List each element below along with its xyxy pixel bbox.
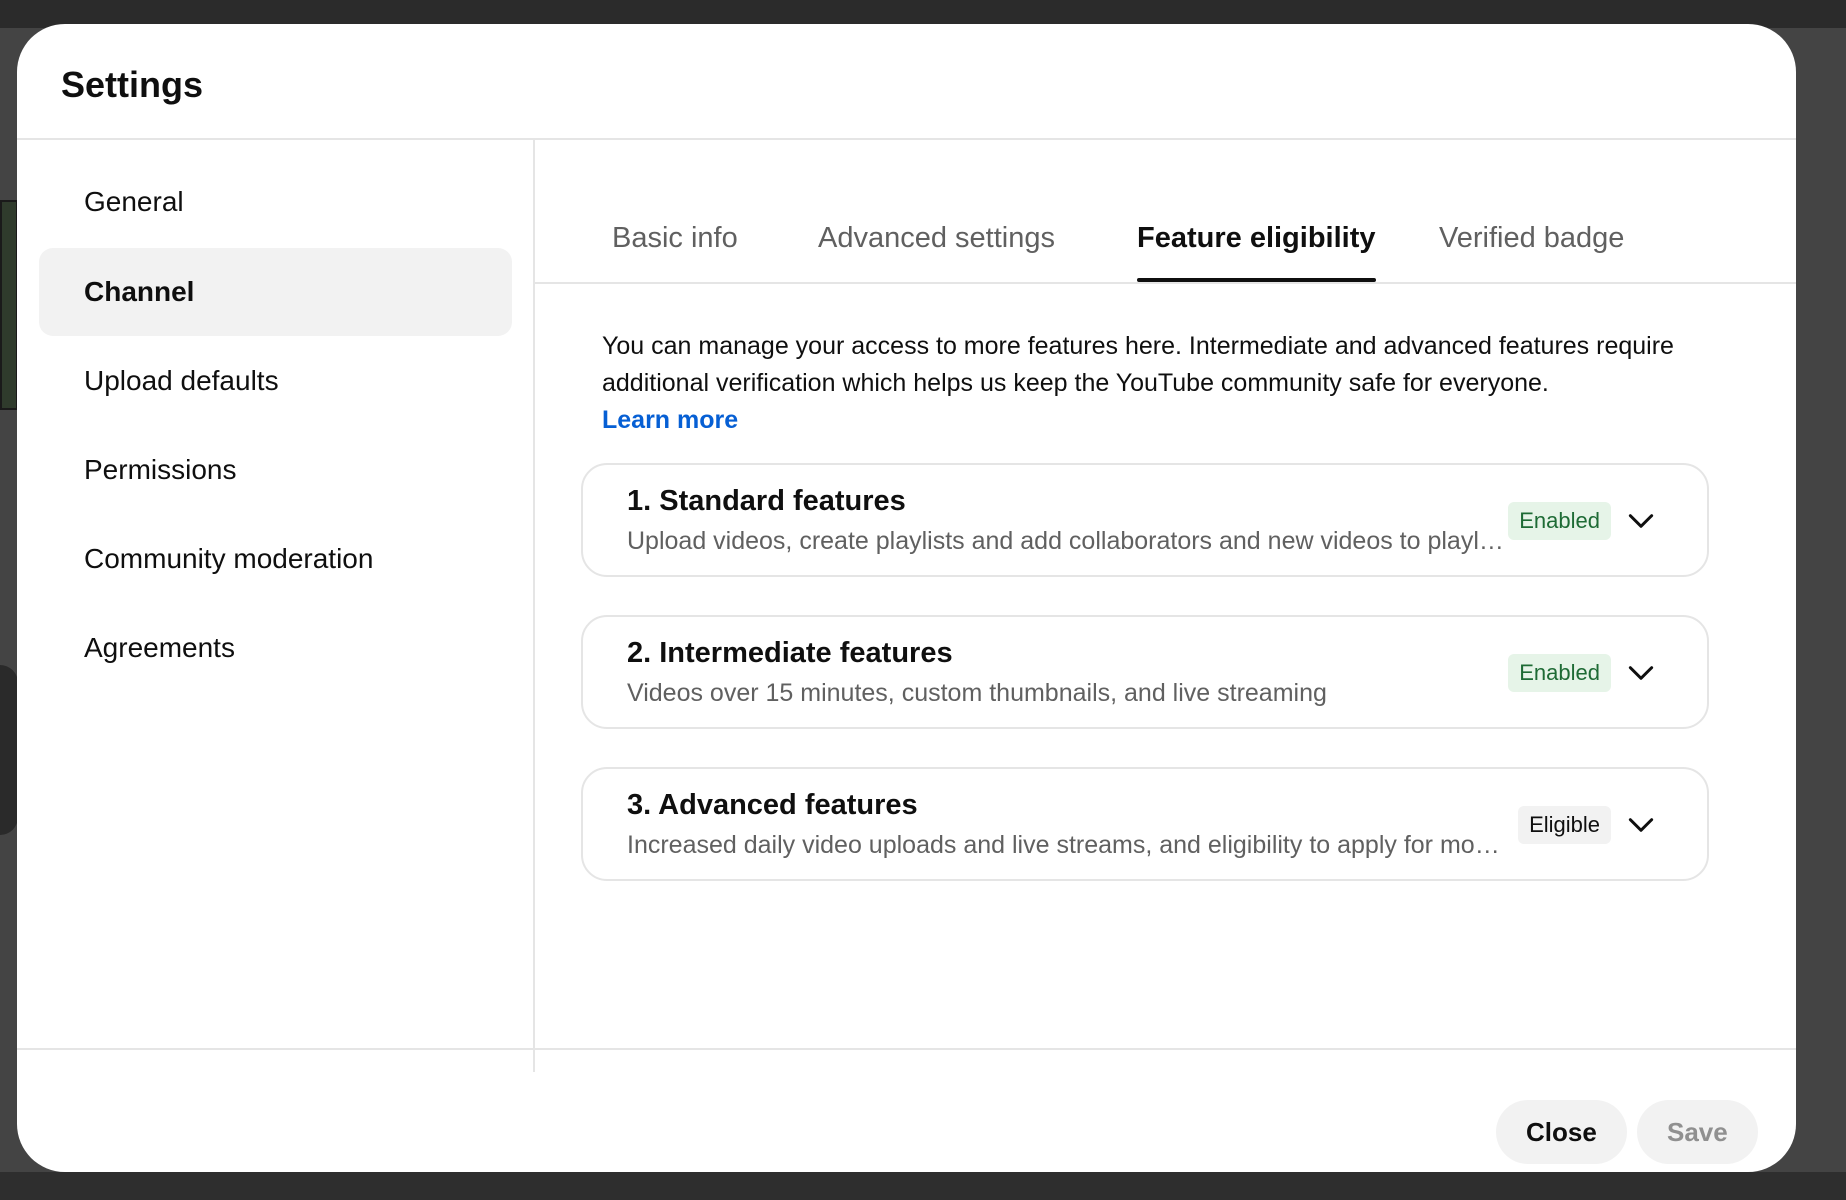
dialog-footer: Close Save xyxy=(17,1048,1796,1172)
tab-label: Basic info xyxy=(612,222,738,254)
feature-title: 1. Standard features xyxy=(627,485,906,517)
feature-description: Videos over 15 minutes, custom thumbnail… xyxy=(627,679,1327,707)
sidebar-item-label: Channel xyxy=(84,276,195,307)
status-badge: Enabled xyxy=(1508,654,1611,692)
standard-features-card[interactable]: 1. Standard features Upload videos, crea… xyxy=(581,463,1709,577)
tab-label: Feature eligibility xyxy=(1137,222,1376,254)
settings-sidebar: General Channel Upload defaults Permissi… xyxy=(17,140,535,1072)
advanced-features-card[interactable]: 3. Advanced features Increased daily vid… xyxy=(581,767,1709,881)
settings-tabs: Basic info Advanced settings Feature eli… xyxy=(535,140,1796,284)
feature-description: Increased daily video uploads and live s… xyxy=(627,831,1507,859)
background-thumbnail xyxy=(0,200,18,410)
intro-paragraph: You can manage your access to more featu… xyxy=(602,328,1702,439)
tab-label: Verified badge xyxy=(1439,222,1625,254)
sidebar-item-label: Permissions xyxy=(84,454,237,485)
chevron-down-icon[interactable] xyxy=(1625,809,1657,841)
sidebar-item-agreements[interactable]: Agreements xyxy=(39,604,512,692)
status-badge: Eligible xyxy=(1518,806,1611,844)
background-avatar xyxy=(0,665,18,835)
save-button[interactable]: Save xyxy=(1637,1100,1758,1164)
tab-verified-badge[interactable]: Verified badge xyxy=(1439,140,1624,282)
dialog-title: Settings xyxy=(61,64,204,105)
close-button[interactable]: Close xyxy=(1496,1100,1627,1164)
background-bottom-bar xyxy=(0,1172,1846,1200)
sidebar-item-label: General xyxy=(84,186,184,217)
tab-basic-info[interactable]: Basic info xyxy=(612,140,738,282)
chevron-down-icon[interactable] xyxy=(1625,657,1657,689)
sidebar-item-upload-defaults[interactable]: Upload defaults xyxy=(39,337,512,425)
sidebar-item-channel[interactable]: Channel xyxy=(39,248,512,336)
learn-more-link[interactable]: Learn more xyxy=(602,406,738,434)
sidebar-item-label: Upload defaults xyxy=(84,365,279,396)
tab-label: Advanced settings xyxy=(818,222,1055,254)
sidebar-item-community-moderation[interactable]: Community moderation xyxy=(39,515,512,603)
feature-title: 2. Intermediate features xyxy=(627,637,953,669)
sidebar-item-label: Community moderation xyxy=(84,543,374,574)
tab-feature-eligibility[interactable]: Feature eligibility xyxy=(1137,140,1376,282)
dialog-header: Settings xyxy=(17,24,1796,140)
feature-title: 3. Advanced features xyxy=(627,789,918,821)
sidebar-item-label: Agreements xyxy=(84,632,235,663)
chevron-down-icon[interactable] xyxy=(1625,505,1657,537)
feature-eligibility-panel: You can manage your access to more featu… xyxy=(535,284,1796,1072)
sidebar-item-permissions[interactable]: Permissions xyxy=(39,426,512,514)
intermediate-features-card[interactable]: 2. Intermediate features Videos over 15 … xyxy=(581,615,1709,729)
active-tab-indicator xyxy=(1137,278,1376,282)
sidebar-item-general[interactable]: General xyxy=(39,158,512,246)
status-badge: Enabled xyxy=(1508,502,1611,540)
tab-advanced-settings[interactable]: Advanced settings xyxy=(818,140,1055,282)
settings-dialog: Settings General Channel Upload defaults… xyxy=(17,24,1796,1172)
intro-text: You can manage your access to more featu… xyxy=(602,332,1674,397)
feature-description: Upload videos, create playlists and add … xyxy=(627,527,1507,555)
